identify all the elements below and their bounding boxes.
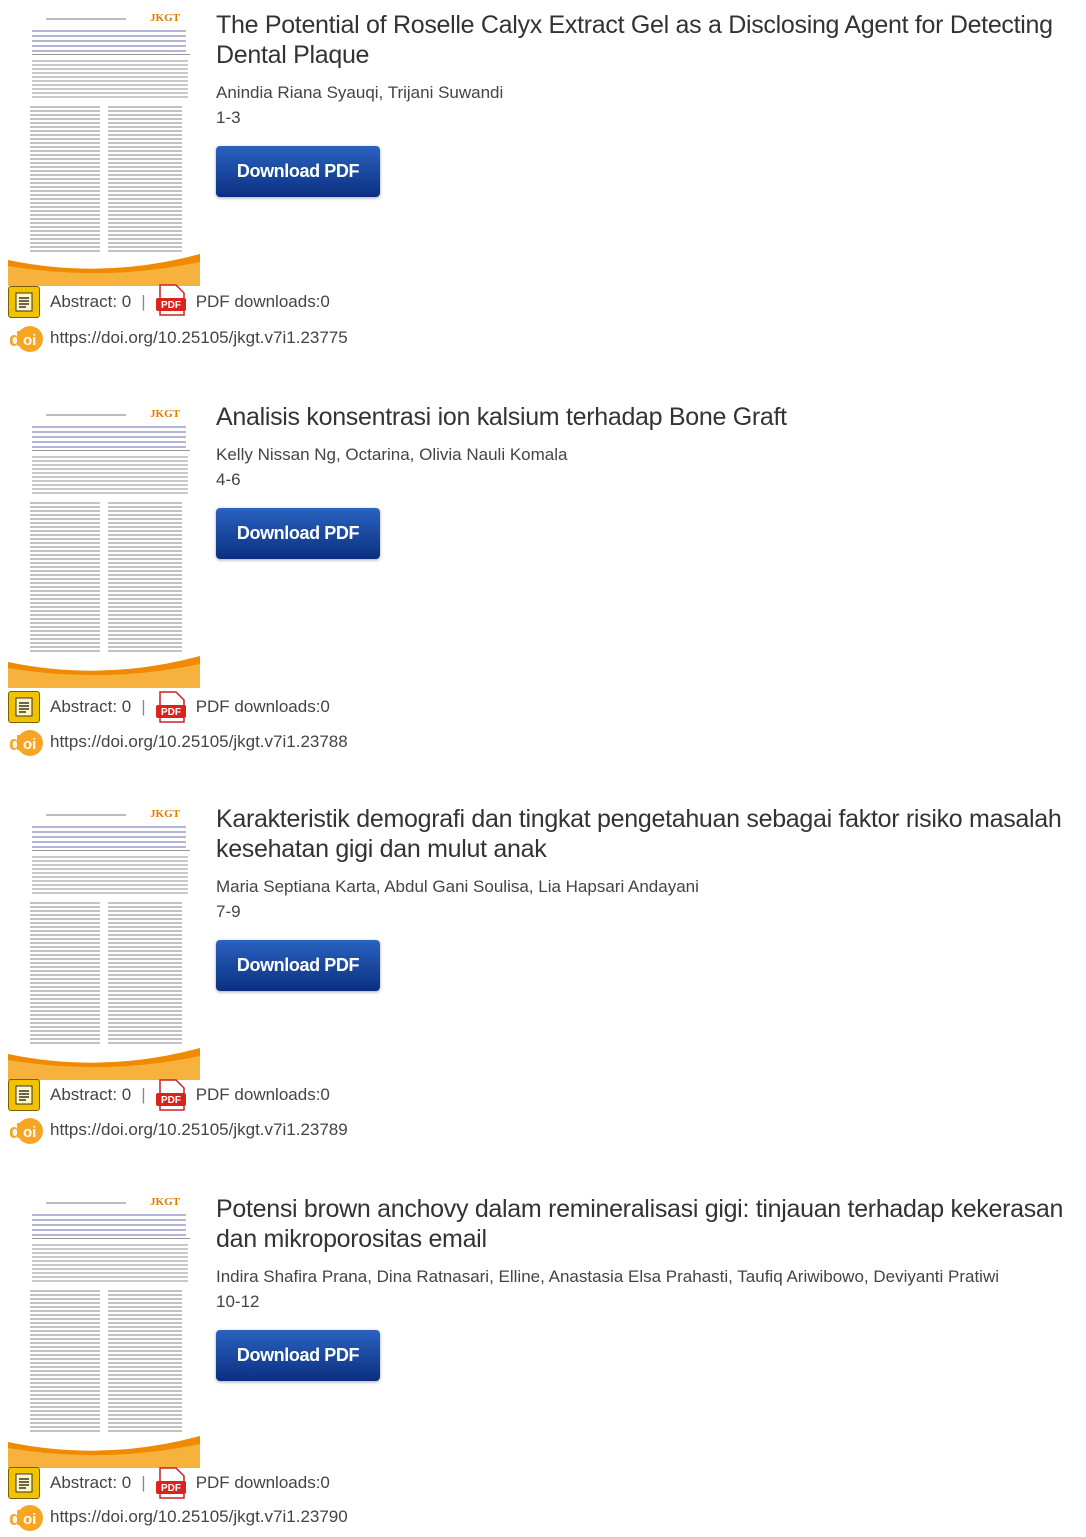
article-pages: 10-12: [216, 1292, 260, 1311]
article-stats: Abstract: 0 | PDF PDF downloads:0: [8, 283, 330, 320]
article-cover-thumbnail[interactable]: JKGT: [8, 804, 200, 1080]
article-title[interactable]: The Potential of Roselle Calyx Extract G…: [216, 10, 1080, 70]
abstract-document-icon: [8, 286, 40, 318]
article-cover-thumbnail[interactable]: JKGT: [8, 8, 200, 286]
journal-logo: JKGT: [150, 12, 180, 24]
article-authors: Kelly Nissan Ng, Octarina, Olivia Nauli …: [216, 445, 568, 464]
doi-icon-oi: oi: [23, 1124, 36, 1141]
stats-separator: |: [141, 1473, 146, 1492]
article-doi: d oi https://doi.org/10.25105/jkgt.v7i1.2…: [8, 1115, 348, 1145]
doi-logo-icon: d oi: [8, 1502, 44, 1532]
article-pages: 4-6: [216, 470, 241, 489]
doi-link[interactable]: https://doi.org/10.25105/jkgt.v7i1.23775: [50, 328, 348, 348]
cover-wave-graphic: [8, 656, 200, 688]
article-authors: Anindia Riana Syauqi, Trijani Suwandi: [216, 83, 504, 102]
download-pdf-button[interactable]: Download PDF: [216, 1330, 380, 1381]
pdf-file-icon: PDF: [154, 1467, 188, 1499]
stats-separator: |: [141, 1085, 146, 1104]
pdf-icon-label: PDF: [161, 1483, 181, 1494]
abstract-document-icon: [8, 1079, 40, 1111]
pdf-icon-label: PDF: [161, 1095, 181, 1106]
doi-link[interactable]: https://doi.org/10.25105/jkgt.v7i1.23788: [50, 732, 348, 752]
pdf-downloads-count: PDF downloads:0: [195, 697, 330, 716]
cover-wave-graphic: [8, 1436, 200, 1468]
abstract-count: Abstract: 0: [50, 1085, 132, 1104]
article-doi: d oi https://doi.org/10.25105/jkgt.v7i1.2…: [8, 1502, 348, 1532]
pdf-file-icon: PDF: [154, 1079, 188, 1111]
article-title[interactable]: Analisis konsentrasi ion kalsium terhada…: [216, 402, 1080, 432]
download-pdf-button[interactable]: Download PDF: [216, 940, 380, 991]
article-doi: d oi https://doi.org/10.25105/jkgt.v7i1.2…: [8, 323, 348, 353]
doi-icon-oi: oi: [23, 332, 36, 349]
doi-icon-oi: oi: [23, 1511, 36, 1528]
doi-icon-d: d: [9, 1508, 21, 1530]
doi-link[interactable]: https://doi.org/10.25105/jkgt.v7i1.23789: [50, 1120, 348, 1140]
article-authors: Indira Shafira Prana, Dina Ratnasari, El…: [216, 1267, 1000, 1286]
journal-logo: JKGT: [150, 1196, 180, 1208]
stats-separator: |: [141, 292, 146, 311]
stats-separator: |: [141, 697, 146, 716]
doi-icon-d: d: [9, 733, 21, 755]
cover-wave-graphic: [8, 1048, 200, 1080]
article-stats: Abstract: 0 | PDF PDF downloads:0: [8, 690, 330, 724]
abstract-count: Abstract: 0: [50, 292, 132, 311]
abstract-count: Abstract: 0: [50, 1473, 132, 1492]
article-cover-thumbnail[interactable]: JKGT: [8, 404, 200, 688]
article-pages: 7-9: [216, 902, 241, 921]
article-pages: 1-3: [216, 108, 241, 127]
doi-logo-icon: d oi: [8, 323, 44, 353]
article-stats: Abstract: 0 | PDF PDF downloads:0: [8, 1078, 330, 1112]
doi-icon-d: d: [9, 329, 21, 351]
article-authors: Maria Septiana Karta, Abdul Gani Soulisa…: [216, 877, 699, 896]
journal-logo: JKGT: [150, 408, 180, 420]
doi-link[interactable]: https://doi.org/10.25105/jkgt.v7i1.23790: [50, 1507, 348, 1527]
doi-icon-d: d: [9, 1121, 21, 1143]
pdf-file-icon: PDF: [154, 283, 188, 320]
abstract-document-icon: [8, 691, 40, 723]
article-title[interactable]: Karakteristik demografi dan tingkat peng…: [216, 804, 1080, 864]
pdf-icon-label: PDF: [161, 300, 181, 311]
pdf-icon-label: PDF: [161, 707, 181, 718]
pdf-downloads-count: PDF downloads:0: [195, 1085, 330, 1104]
doi-icon-oi: oi: [23, 736, 36, 753]
doi-logo-icon: d oi: [8, 1115, 44, 1145]
cover-wave-graphic: [8, 254, 200, 286]
abstract-count: Abstract: 0: [50, 697, 132, 716]
pdf-downloads-count: PDF downloads:0: [195, 292, 330, 311]
download-pdf-button[interactable]: Download PDF: [216, 146, 380, 197]
article-cover-thumbnail[interactable]: JKGT: [8, 1192, 200, 1468]
article-title[interactable]: Potensi brown anchovy dalam remineralisa…: [216, 1194, 1080, 1254]
abstract-document-icon: [8, 1467, 40, 1499]
doi-logo-icon: d oi: [8, 727, 44, 757]
journal-logo: JKGT: [150, 808, 180, 820]
download-pdf-button[interactable]: Download PDF: [216, 508, 380, 559]
pdf-file-icon: PDF: [154, 691, 188, 723]
pdf-downloads-count: PDF downloads:0: [195, 1473, 330, 1492]
article-stats: Abstract: 0 | PDF PDF downloads:0: [8, 1466, 330, 1500]
article-doi: d oi https://doi.org/10.25105/jkgt.v7i1.2…: [8, 727, 348, 757]
